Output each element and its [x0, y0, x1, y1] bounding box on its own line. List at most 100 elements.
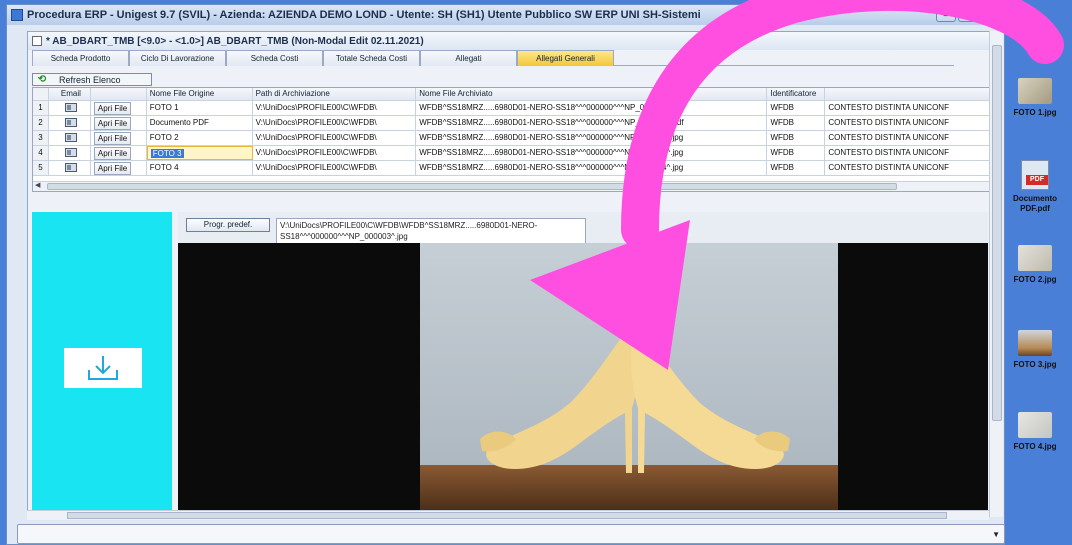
image-file-icon: [1018, 412, 1052, 438]
email-icon[interactable]: [64, 163, 77, 173]
origin-name-cell[interactable]: Documento PDF: [147, 116, 253, 130]
preview-panel: Progr. predef. V:\UniDocs\PROFILE00\C\WF…: [178, 212, 988, 512]
grid-horizontal-scrollbar[interactable]: ◀: [33, 181, 991, 191]
context-cell[interactable]: CONTESTO DISTINTA UNICONF: [825, 146, 991, 160]
origin-name-selected-text[interactable]: FOTO 3: [150, 149, 184, 158]
archive-path-cell[interactable]: V:\UniDocs\PROFILE00\C\WFDB\: [253, 131, 417, 145]
archived-name-cell[interactable]: WFDB^SS18MRZ.....6980D01-NERO-SS18^^^000…: [416, 161, 768, 175]
chevron-down-icon[interactable]: ▼: [992, 530, 1000, 539]
document-form: * AB_DBART_TMB [<9.0> - <1.0>] AB_DBART_…: [27, 31, 993, 517]
header-identifier[interactable]: Identificatore: [767, 88, 826, 100]
tab-scheda-prodotto[interactable]: Scheda Prodotto: [32, 50, 129, 66]
email-cell[interactable]: [49, 116, 91, 130]
email-icon[interactable]: [64, 148, 77, 158]
identifier-cell[interactable]: WFDB: [767, 161, 826, 175]
header-context: [825, 88, 991, 100]
open-cell: Apri File: [91, 101, 147, 115]
attachments-grid: Email Nome File Origine Path di Archivia…: [32, 87, 992, 192]
identifier-cell[interactable]: WFDB: [767, 131, 826, 145]
desktop-icon-foto2[interactable]: FOTO 2.jpg: [1000, 245, 1070, 285]
grid-scroll-thumb[interactable]: [47, 183, 897, 190]
table-row[interactable]: 2 Apri File Documento PDF V:\UniDocs\PRO…: [33, 116, 991, 131]
refresh-list-button[interactable]: ⟲ Refresh Elenco: [32, 73, 152, 86]
context-cell[interactable]: CONTESTO DISTINTA UNICONF: [825, 116, 991, 130]
tab-filler: [614, 50, 954, 66]
tab-bar: Scheda Prodotto Ciclo Di Lavorazione Sch…: [28, 50, 992, 66]
email-icon[interactable]: [64, 133, 77, 143]
identifier-cell[interactable]: WFDB: [767, 101, 826, 115]
form-titlebar[interactable]: * AB_DBART_TMB [<9.0> - <1.0>] AB_DBART_…: [28, 32, 992, 50]
horizontal-scroll-thumb[interactable]: [67, 512, 947, 519]
archived-name-cell[interactable]: WFDB^SS18MRZ.....6980D01-NERO-SS18^^^000…: [416, 146, 768, 160]
open-file-button[interactable]: Apri File: [93, 162, 132, 175]
archived-name-cell[interactable]: WFDB^SS18MRZ.....6980D01-NERO-SS18^^^000…: [416, 116, 768, 130]
table-row[interactable]: 4 Apri File FOTO 3 V:\UniDocs\PROFILE00\…: [33, 146, 991, 161]
email-cell[interactable]: [49, 131, 91, 145]
image-viewer[interactable]: [178, 243, 988, 512]
archive-path-cell[interactable]: V:\UniDocs\PROFILE00\C\WFDB\: [253, 146, 417, 160]
header-email[interactable]: Email: [49, 88, 91, 100]
open-file-button[interactable]: Apri File: [93, 102, 132, 115]
app-icon: [11, 9, 23, 21]
header-archive-path[interactable]: Path di Archiviazione: [253, 88, 417, 100]
origin-name-cell[interactable]: FOTO 1: [147, 101, 253, 115]
document-icon: [32, 36, 42, 46]
tab-scheda-costi[interactable]: Scheda Costi: [226, 50, 323, 66]
open-file-button[interactable]: Apri File: [93, 147, 132, 160]
erp-window: Procedura ERP - Unigest 9.7 (SVIL) - Azi…: [6, 4, 1005, 545]
archive-path-cell[interactable]: V:\UniDocs\PROFILE00\C\WFDB\: [253, 116, 417, 130]
archive-path-cell[interactable]: V:\UniDocs\PROFILE00\C\WFDB\: [253, 101, 417, 115]
grid-header-row: Email Nome File Origine Path di Archivia…: [33, 88, 991, 101]
identifier-cell[interactable]: WFDB: [767, 146, 826, 160]
table-row[interactable]: 1 Apri File FOTO 1 V:\UniDocs\PROFILE00\…: [33, 101, 991, 116]
tab-allegati[interactable]: Allegati: [420, 50, 517, 66]
table-row[interactable]: 5 Apri File FOTO 4 V:\UniDocs\PROFILE00\…: [33, 161, 991, 176]
open-file-button[interactable]: Apri File: [93, 132, 132, 145]
tab-totale-scheda-costi[interactable]: Totale Scheda Costi: [323, 50, 420, 66]
email-icon[interactable]: [64, 118, 77, 128]
open-cell: Apri File: [91, 116, 147, 130]
desktop-icon-documento-pdf[interactable]: PDF Documento PDF.pdf: [1000, 160, 1070, 214]
app-titlebar[interactable]: Procedura ERP - Unigest 9.7 (SVIL) - Azi…: [7, 5, 1004, 25]
email-cell[interactable]: [49, 161, 91, 175]
refresh-icon: ⟲: [37, 74, 47, 85]
origin-name-cell-editing[interactable]: FOTO 3: [146, 146, 253, 160]
tab-ciclo-lavorazione[interactable]: Ciclo Di Lavorazione: [129, 50, 226, 66]
horizontal-scrollbar[interactable]: [27, 510, 989, 520]
close-button[interactable]: ✕: [980, 8, 1000, 22]
archived-name-cell[interactable]: WFDB^SS18MRZ.....6980D01-NERO-SS18^^^000…: [416, 131, 768, 145]
desktop-icon-foto3[interactable]: FOTO 3.jpg: [1000, 330, 1070, 370]
table-row[interactable]: 3 Apri File FOTO 2 V:\UniDocs\PROFILE00\…: [33, 131, 991, 146]
context-cell[interactable]: CONTESTO DISTINTA UNICONF: [825, 131, 991, 145]
scroll-left-icon[interactable]: ◀: [35, 181, 40, 189]
identifier-cell[interactable]: WFDB: [767, 116, 826, 130]
origin-name-cell[interactable]: FOTO 4: [147, 161, 253, 175]
header-origin-name[interactable]: Nome File Origine: [147, 88, 253, 100]
drop-zone[interactable]: [32, 212, 172, 512]
open-file-button[interactable]: Apri File: [93, 117, 132, 130]
header-archived-name[interactable]: Nome File Archiviato: [416, 88, 768, 100]
desktop-icon-label: FOTO 2.jpg: [1013, 275, 1057, 284]
image-file-icon: [1018, 330, 1052, 356]
context-cell[interactable]: CONTESTO DISTINTA UNICONF: [825, 101, 991, 115]
desktop-icon-foto4[interactable]: FOTO 4.jpg: [1000, 412, 1070, 452]
email-cell[interactable]: [49, 101, 91, 115]
header-rownum: [33, 88, 49, 100]
email-cell[interactable]: [49, 146, 91, 160]
origin-name-cell[interactable]: FOTO 2: [147, 131, 253, 145]
download-button[interactable]: [64, 348, 142, 388]
tab-allegati-generali[interactable]: Allegati Generali: [517, 50, 614, 66]
archive-path-cell[interactable]: V:\UniDocs\PROFILE00\C\WFDB\: [253, 161, 417, 175]
maximize-button[interactable]: □: [958, 8, 978, 22]
default-program-button[interactable]: Progr. predef.: [186, 218, 270, 232]
archived-name-cell[interactable]: WFDB^SS18MRZ.....6980D01-NERO-SS18^^^000…: [416, 101, 768, 115]
desktop-icon-label: FOTO 3.jpg: [1013, 360, 1057, 369]
row-number: 5: [33, 161, 49, 175]
status-combobox[interactable]: ▼: [17, 524, 1005, 544]
minimize-button[interactable]: –: [936, 8, 956, 22]
desktop-icon-label: FOTO 1.jpg: [1013, 108, 1057, 117]
desktop-icon-foto1[interactable]: FOTO 1.jpg: [1000, 78, 1070, 118]
context-cell[interactable]: CONTESTO DISTINTA UNICONF: [825, 161, 991, 175]
desktop-icon-label: Documento PDF.pdf: [1013, 194, 1057, 213]
email-icon[interactable]: [64, 103, 77, 113]
